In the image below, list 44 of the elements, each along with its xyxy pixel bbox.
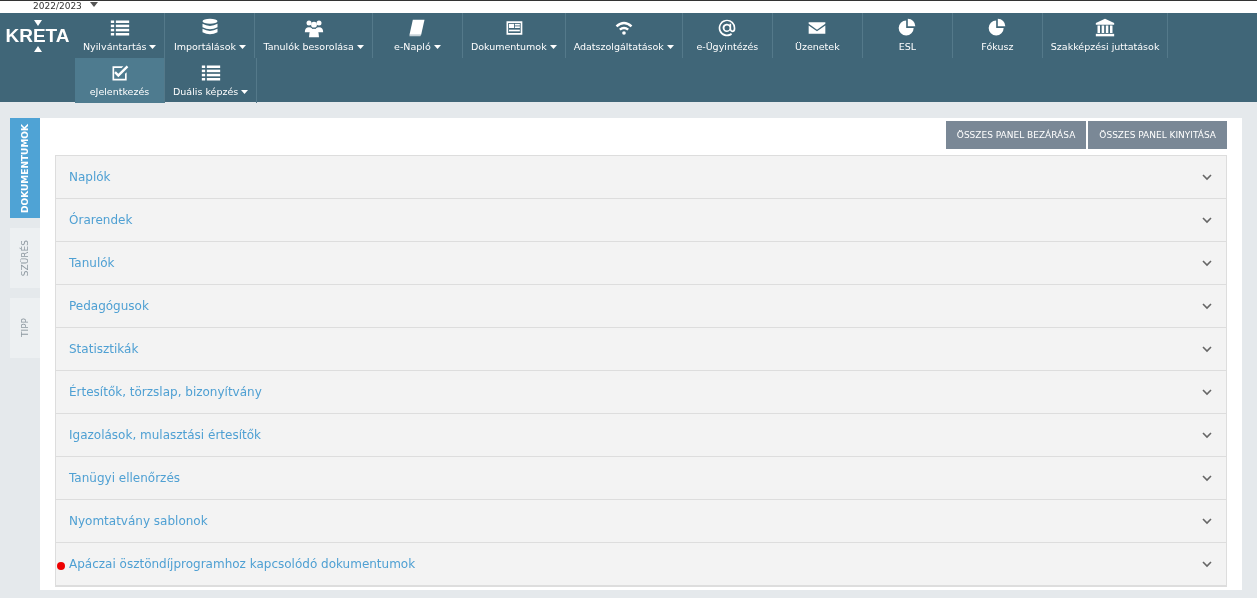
menu-item[interactable]: Tanulók besorolása bbox=[255, 13, 373, 58]
chevron-icon bbox=[1202, 431, 1212, 439]
bank-icon bbox=[1094, 18, 1117, 38]
expand-all-button[interactable]: ÖSSZES PANEL KINYITÁSA bbox=[1088, 121, 1227, 149]
collapse-all-button[interactable]: ÖSSZES PANEL BEZÁRÁSA bbox=[945, 121, 1087, 149]
menu-item[interactable]: Adatszolgáltatások bbox=[565, 13, 683, 58]
chevron-icon bbox=[1202, 302, 1212, 310]
accordion-header[interactable]: Statisztikák bbox=[56, 327, 1226, 370]
accordion-header[interactable]: Értesítők, törzslap, bizonyítvány bbox=[56, 370, 1226, 413]
chevron-icon bbox=[1202, 216, 1212, 224]
chevron-icon bbox=[1202, 560, 1212, 568]
menu-item[interactable]: e-Napló bbox=[372, 13, 463, 58]
menu-item[interactable]: Dokumentumok bbox=[462, 13, 566, 58]
caret-icon[interactable] bbox=[89, 2, 98, 7]
school-year-select[interactable]: 2022/2023 bbox=[33, 1, 98, 12]
chevron-icon bbox=[1202, 517, 1212, 525]
chevron-icon bbox=[1202, 259, 1212, 267]
chevron-icon bbox=[1202, 388, 1212, 396]
menu-item[interactable]: Fókusz bbox=[952, 13, 1043, 58]
menu-item[interactable]: Szakképzési juttatások bbox=[1042, 13, 1169, 58]
menu-item[interactable]: e-Ügyintézés bbox=[682, 13, 773, 58]
menu-item[interactable]: Üzenetek bbox=[772, 13, 863, 58]
kreta-logo[interactable]: KRETA bbox=[0, 13, 75, 65]
chevron-icon bbox=[1202, 474, 1212, 482]
menu-item[interactable]: Duális képzés bbox=[165, 58, 258, 103]
accordion-header[interactable]: Tanügyi ellenőrzés bbox=[56, 456, 1226, 499]
menu-item[interactable]: ESL bbox=[862, 13, 953, 58]
side-tab[interactable]: DOKUMENTUMOK bbox=[10, 118, 40, 218]
chevron-icon bbox=[1202, 173, 1212, 181]
list-icon bbox=[199, 63, 222, 83]
accordion-header[interactable]: Tanulók bbox=[56, 241, 1226, 284]
accordion-header[interactable]: Naplók bbox=[56, 156, 1226, 198]
side-tab[interactable]: SZŰRÉS bbox=[10, 228, 40, 288]
accordion-header[interactable]: Pedagógusok bbox=[56, 284, 1226, 327]
menu-item[interactable]: Importálások bbox=[165, 13, 256, 58]
accordion-header[interactable]: Órarendek bbox=[56, 198, 1226, 241]
people-icon bbox=[302, 18, 325, 38]
accordion-header[interactable]: Apáczai ösztöndíjprogramhoz kapcsolódó dokumentumok bbox=[56, 542, 1226, 585]
chevron-icon bbox=[1202, 345, 1212, 353]
list-icon bbox=[108, 18, 131, 38]
menu-item[interactable]: eJelentkezés bbox=[75, 58, 165, 103]
accordion-header[interactable]: Nyomtatvány sablonok bbox=[56, 499, 1226, 542]
accordion-header[interactable]: Igazolások, mulasztási értesítők bbox=[56, 413, 1226, 456]
side-tab[interactable]: TIPP bbox=[10, 298, 40, 358]
